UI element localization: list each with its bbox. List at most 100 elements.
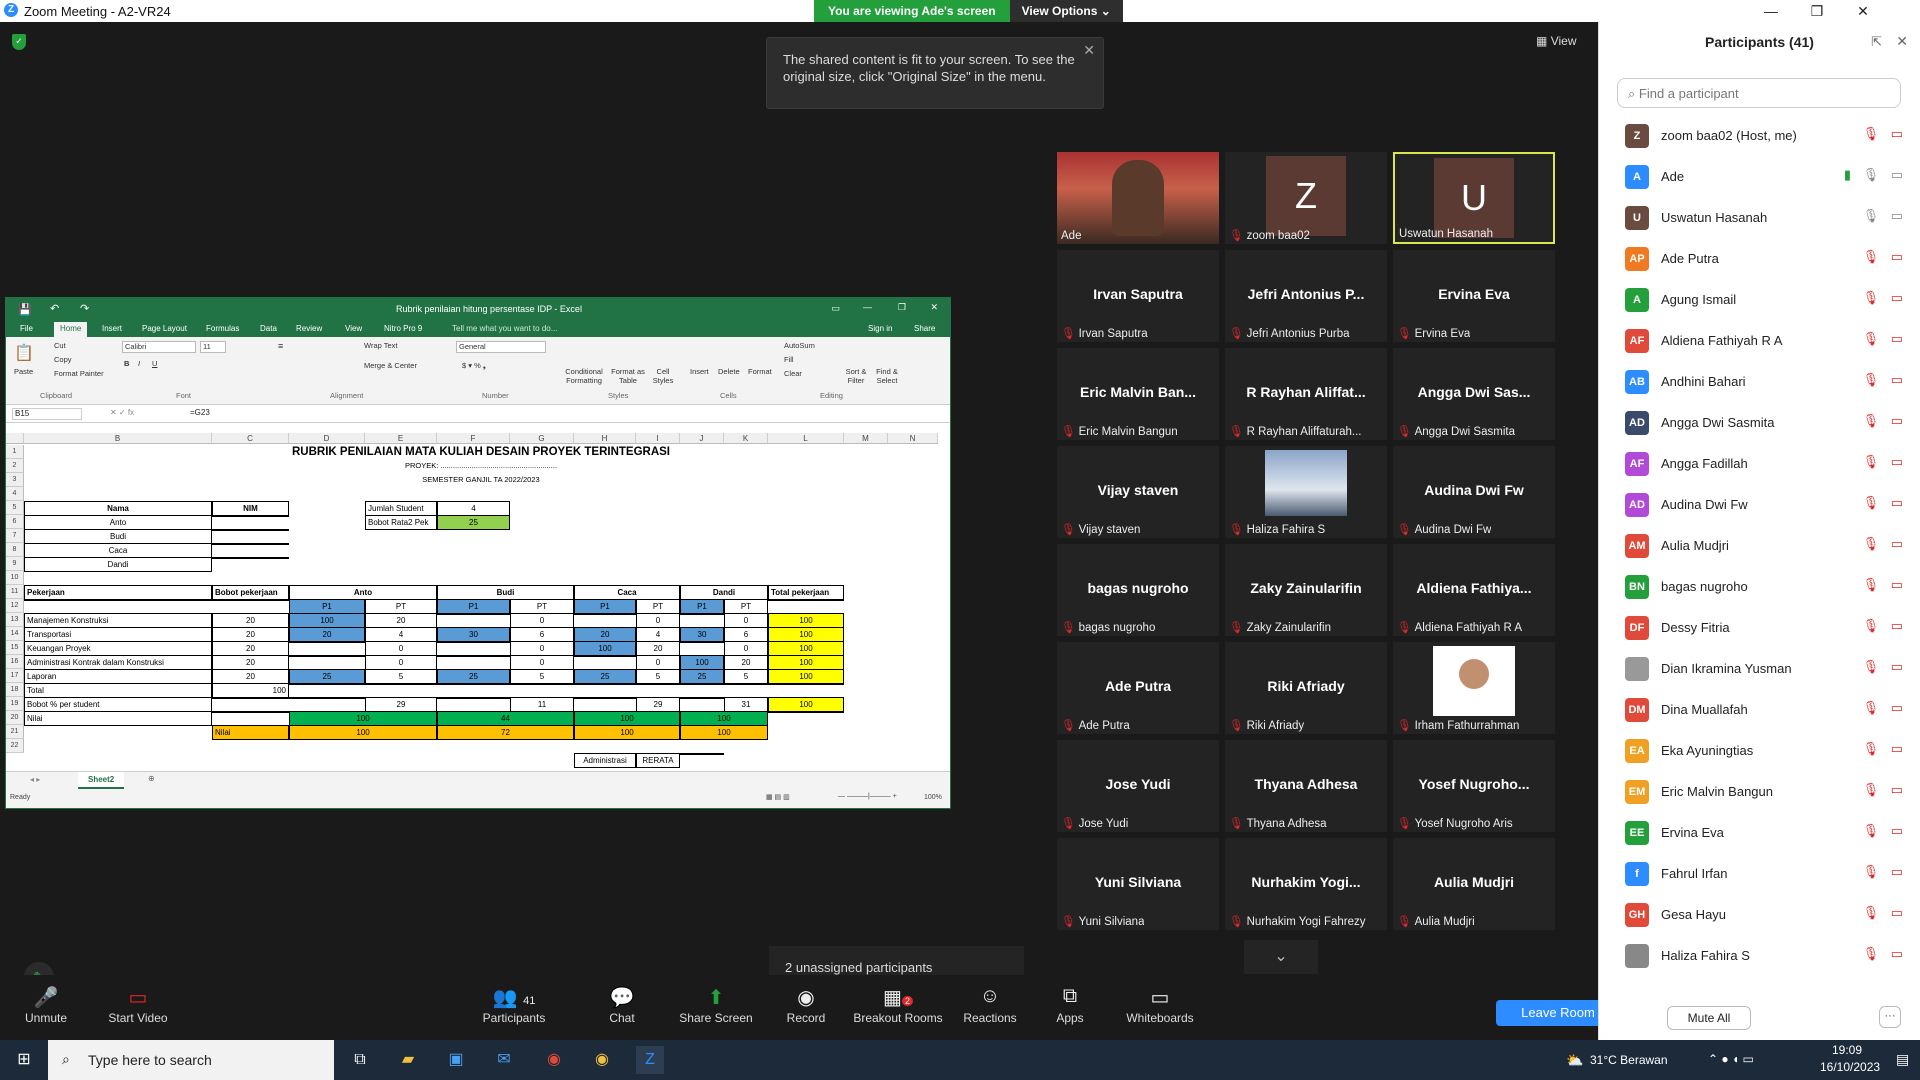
format-cells-button[interactable]: Format xyxy=(748,367,772,376)
participants-button[interactable]: 👥 41 Participants xyxy=(474,975,554,1025)
task-view-icon[interactable]: ⧉ xyxy=(346,1046,374,1074)
cell-styles-button[interactable]: Cell Styles xyxy=(650,367,676,385)
format-as-table-button[interactable]: Format as Table xyxy=(610,367,646,385)
spreadsheet-grid[interactable]: B C D E F G H I J K L M N 1 2 3 4 5 6 7 8 9 10 11 1… xyxy=(6,433,950,769)
row-header[interactable]: 17 xyxy=(6,669,24,683)
sign-in-link[interactable]: Sign in xyxy=(868,324,892,333)
video-tile[interactable]: Angga Dwi Sas... 🎙 Angga Dwi Sasmita xyxy=(1393,348,1555,440)
taskbar-search[interactable]: ⌕ Type here to search xyxy=(48,1040,334,1080)
mute-all-button[interactable]: Mute All xyxy=(1667,1006,1751,1030)
font-name-select[interactable]: Calibri xyxy=(122,341,196,353)
participant-row[interactable]: AM Aulia Mudjri 🎙 ▭ xyxy=(1599,524,1920,565)
video-tile[interactable]: Ade Putra 🎙 Ade Putra xyxy=(1057,642,1219,734)
fill-button[interactable]: Fill xyxy=(784,355,794,364)
row-header[interactable]: 12 xyxy=(6,599,24,613)
video-tile[interactable]: Riki Afriady 🎙 Riki Afriady xyxy=(1225,642,1387,734)
column-header-l[interactable]: L xyxy=(768,433,844,444)
close-panel-icon[interactable]: ✕ xyxy=(1896,33,1908,50)
row-header[interactable]: 15 xyxy=(6,641,24,655)
chrome-icon[interactable]: ◉ xyxy=(540,1046,568,1074)
formula-input[interactable]: =G23 xyxy=(190,408,210,417)
mail-icon[interactable]: ✉ xyxy=(490,1046,518,1074)
row-header[interactable]: 10 xyxy=(6,571,24,585)
excel-restore-icon[interactable]: ❐ xyxy=(898,302,906,313)
video-tile[interactable]: Zaky Zainularifin 🎙 Zaky Zainularifin xyxy=(1225,544,1387,636)
excel-minimize-icon[interactable]: — xyxy=(863,302,872,312)
video-tile[interactable]: Audina Dwi Fw 🎙 Audina Dwi Fw xyxy=(1393,446,1555,538)
participant-search-input[interactable]: ⌕ Find a participant xyxy=(1617,78,1901,108)
row-header[interactable]: 6 xyxy=(6,515,24,529)
participant-row[interactable]: U Uswatun Hasanah 🎙 ▭ xyxy=(1599,196,1920,237)
conditional-formatting-button[interactable]: Conditional Formatting xyxy=(562,367,606,385)
tab-view[interactable]: View xyxy=(345,324,362,333)
column-header-i[interactable]: I xyxy=(636,433,680,444)
column-header-k[interactable]: K xyxy=(724,433,768,444)
row-header[interactable]: 22 xyxy=(6,739,24,753)
participant-row[interactable]: BN bagas nugroho 🎙 ▭ xyxy=(1599,565,1920,606)
video-tile[interactable]: Irvan Saputra 🎙 Irvan Saputra xyxy=(1057,250,1219,342)
restore-button[interactable]: ❐ xyxy=(1794,0,1840,22)
video-tile[interactable]: 🎙 Irham Fathurrahman xyxy=(1393,642,1555,734)
participant-row[interactable]: DF Dessy Fitria 🎙 ▭ xyxy=(1599,606,1920,647)
security-shield-icon[interactable]: ✓ xyxy=(12,34,26,50)
minimize-button[interactable]: — xyxy=(1748,0,1794,22)
row-header[interactable]: 16 xyxy=(6,655,24,669)
redo-icon[interactable]: ↷ xyxy=(80,302,89,315)
column-header-n[interactable]: N xyxy=(888,433,938,444)
column-header-g[interactable]: G xyxy=(510,433,574,444)
tell-me-input[interactable]: Tell me what you want to do... xyxy=(452,324,557,333)
row-header[interactable]: 7 xyxy=(6,529,24,543)
bold-button[interactable]: B xyxy=(124,359,129,368)
video-tile[interactable]: Yuni Silviana 🎙 Yuni Silviana xyxy=(1057,838,1219,930)
unmute-button[interactable]: 🎤 Unmute xyxy=(6,975,86,1025)
participant-row[interactable]: EM Eric Malvin Bangun 🎙 ▭ xyxy=(1599,770,1920,811)
share-screen-button[interactable]: ⬆ Share Screen xyxy=(676,975,756,1025)
row-header[interactable]: 11 xyxy=(6,585,24,599)
reactions-button[interactable]: ☺ Reactions xyxy=(950,975,1030,1025)
cut-button[interactable]: Cut xyxy=(54,341,66,350)
tab-insert[interactable]: Insert xyxy=(102,324,122,333)
column-header-m[interactable]: M xyxy=(844,433,888,444)
underline-button[interactable]: U xyxy=(152,359,157,368)
record-button[interactable]: ◉ Record xyxy=(766,975,846,1025)
tab-formulas[interactable]: Formulas xyxy=(206,324,239,333)
participant-row[interactable]: AB Andhini Bahari 🎙 ▭ xyxy=(1599,360,1920,401)
popout-icon[interactable]: ⇱ xyxy=(1871,34,1882,50)
tab-file[interactable]: File xyxy=(20,324,33,333)
sort-filter-button[interactable]: Sort & Filter xyxy=(842,367,870,385)
row-header[interactable]: 2 xyxy=(6,459,24,473)
participant-row[interactable]: GH Gesa Hayu 🎙 ▭ xyxy=(1599,893,1920,934)
participant-row[interactable]: AF Angga Fadillah 🎙 ▭ xyxy=(1599,442,1920,483)
store-icon[interactable]: ▣ xyxy=(442,1046,470,1074)
apps-button[interactable]: ⧉ Apps xyxy=(1030,975,1110,1025)
notification-icon[interactable]: ▤ xyxy=(1896,1051,1909,1068)
participant-row[interactable]: AF Aldiena Fathiyah R A 🎙 ▭ xyxy=(1599,319,1920,360)
wrap-text-button[interactable]: Wrap Text xyxy=(364,341,398,350)
view-button[interactable]: ▦ View xyxy=(1536,34,1576,48)
chrome-profile-icon[interactable]: ◉ xyxy=(588,1046,616,1074)
view-mode-icons[interactable]: ▦ ▤ ▥ xyxy=(766,793,790,801)
delete-cells-button[interactable]: Delete xyxy=(718,367,740,376)
video-tile[interactable]: Jefri Antonius P... 🎙 Jefri Antonius Purba xyxy=(1225,250,1387,342)
ribbon-display-icon[interactable]: ▭ xyxy=(831,303,840,314)
participant-row[interactable]: AP Ade Putra 🎙 ▭ xyxy=(1599,237,1920,278)
column-header-b[interactable]: B xyxy=(24,433,212,444)
row-header[interactable]: 21 xyxy=(6,725,24,739)
video-tile[interactable]: 🎙 Haliza Fahira S xyxy=(1225,446,1387,538)
participant-row[interactable]: f Fahrul Irfan 🎙 ▭ xyxy=(1599,852,1920,893)
video-tile[interactable]: Vijay staven 🎙 Vijay staven xyxy=(1057,446,1219,538)
clock-date[interactable]: 16/10/2023 xyxy=(1820,1060,1880,1074)
row-header[interactable]: 3 xyxy=(6,473,24,487)
row-header[interactable]: 20 xyxy=(6,711,24,725)
column-header-e[interactable]: E xyxy=(365,433,437,444)
add-sheet-icon[interactable]: ⊕ xyxy=(148,774,155,783)
tab-home[interactable]: Home xyxy=(54,322,88,337)
start-video-button[interactable]: ▭ Start Video xyxy=(98,975,178,1025)
video-tile[interactable]: Eric Malvin Ban... 🎙 Eric Malvin Bangun xyxy=(1057,348,1219,440)
video-tile[interactable]: Yosef Nugroho... 🎙 Yosef Nugroho Aris xyxy=(1393,740,1555,832)
clock-time[interactable]: 19:09 xyxy=(1832,1043,1862,1057)
whiteboards-button[interactable]: ▭ Whiteboards xyxy=(1118,975,1202,1025)
breakout-rooms-button[interactable]: ▦ 2 Breakout Rooms xyxy=(850,975,946,1025)
undo-icon[interactable]: ↶ xyxy=(50,302,59,315)
row-header[interactable]: 19 xyxy=(6,697,24,711)
